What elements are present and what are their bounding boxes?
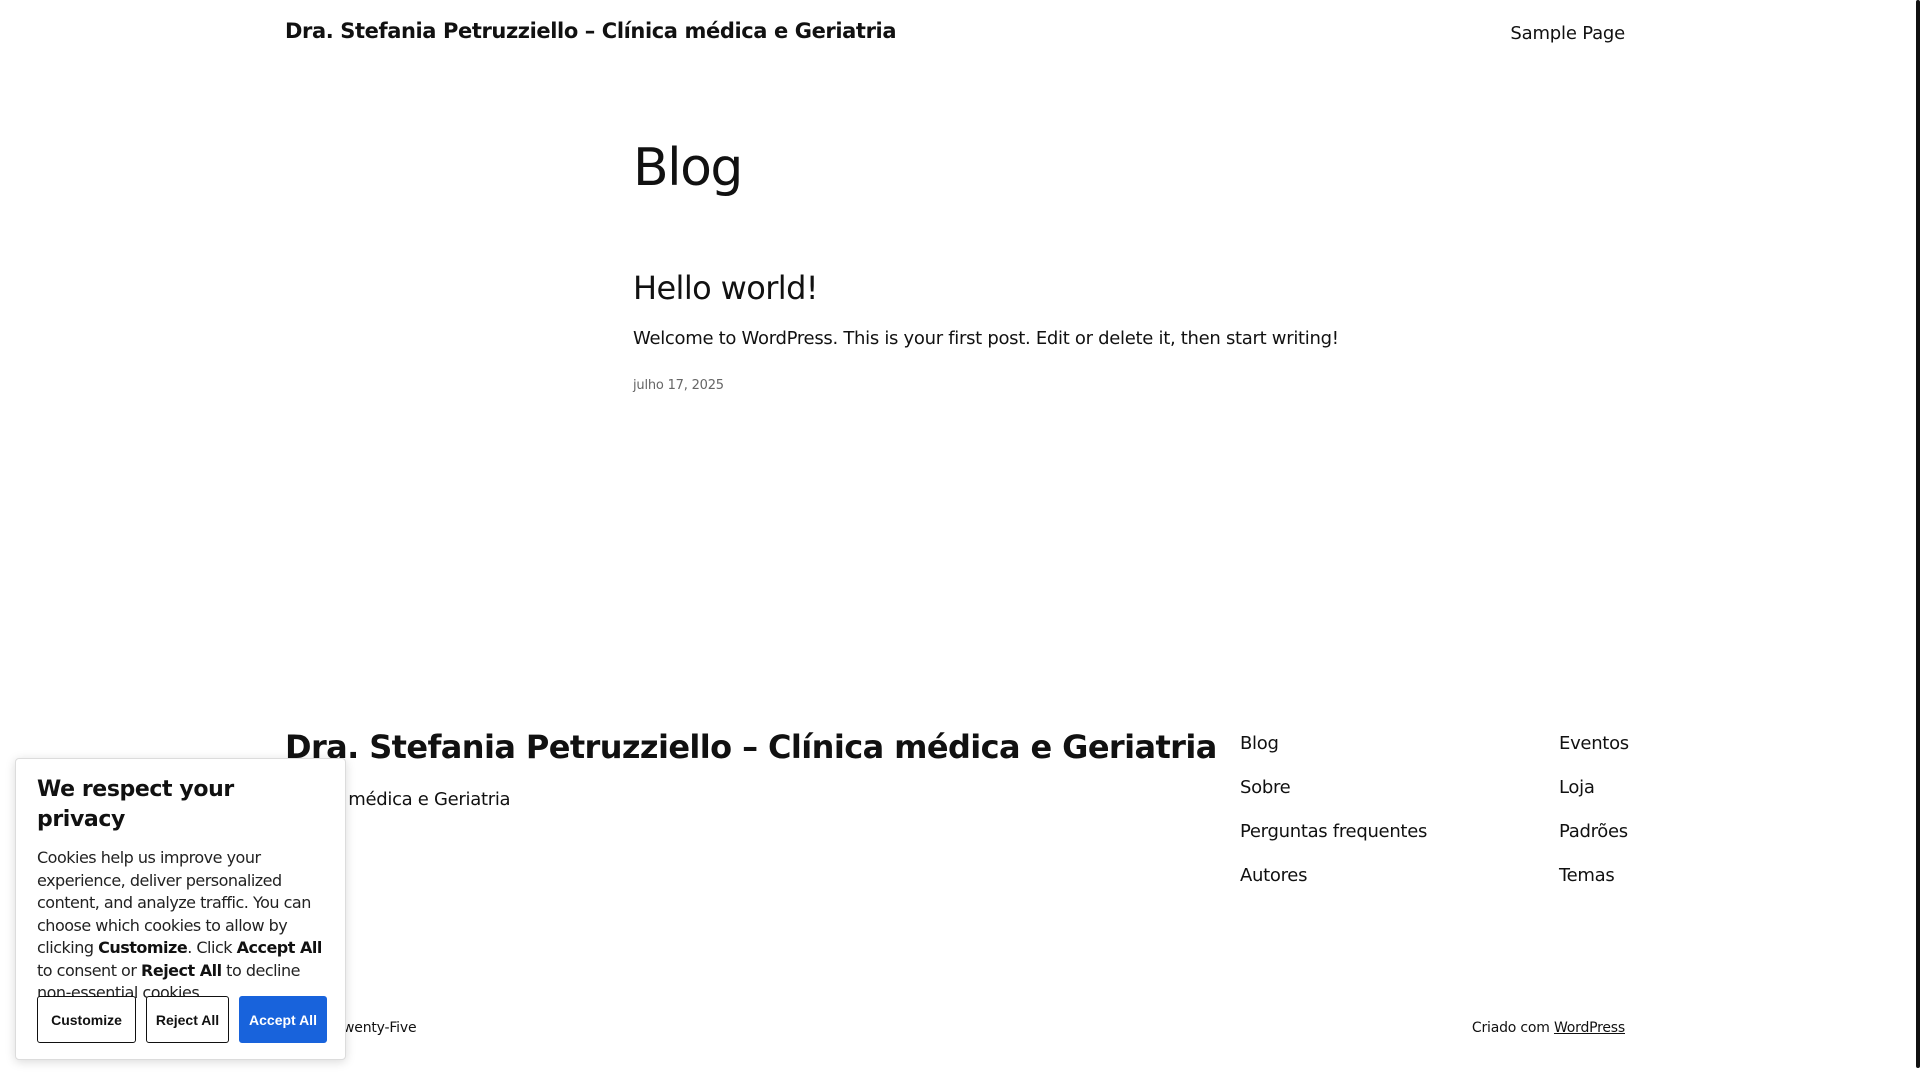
footer-link-blog[interactable]: Blog xyxy=(1240,733,1279,754)
footer-link-temas[interactable]: Temas xyxy=(1559,865,1615,886)
page-scrollbar[interactable] xyxy=(1914,0,1920,1080)
footer-link-sobre[interactable]: Sobre xyxy=(1240,777,1291,798)
post-title[interactable]: Hello world! xyxy=(633,268,1333,308)
footer-credit-prefix: Criado com xyxy=(1471,1020,1554,1036)
cookie-consent-banner: We respect your privacy Cookies help us … xyxy=(15,758,346,1060)
main-content: Blog Hello world! Welcome to WordPress. … xyxy=(633,136,1339,393)
footer-link-faq[interactable]: Perguntas frequentes xyxy=(1240,821,1427,842)
cookie-text-customize: Customize xyxy=(98,938,188,957)
footer-link-autores[interactable]: Autores xyxy=(1240,865,1307,886)
cookie-text-reject: Reject All xyxy=(141,960,222,980)
cookie-customize-button[interactable]: Customize xyxy=(37,996,136,1043)
cookie-description: Cookies help us improve your experience,… xyxy=(37,847,324,1005)
cookie-reject-all-button[interactable]: Reject All xyxy=(146,996,229,1043)
cookie-title: We respect your privacy xyxy=(37,777,234,832)
wordpress-link[interactable]: WordPress xyxy=(1554,1020,1625,1036)
footer-credit: Criado com WordPress xyxy=(1472,1020,1625,1036)
cookie-text-accept: Accept All xyxy=(236,938,323,957)
footer-link-eventos[interactable]: Eventos xyxy=(1559,733,1629,754)
page-title: Blog xyxy=(633,138,743,198)
footer-site-title[interactable]: Dra. Stefania Petruzziello – Clínica méd… xyxy=(285,728,1217,766)
footer-link-loja[interactable]: Loja xyxy=(1559,777,1595,798)
footer-link-padroes[interactable]: Padrões xyxy=(1559,821,1628,842)
cookie-text-part: to consent or xyxy=(37,960,142,980)
cookie-accept-all-button[interactable]: Accept All xyxy=(239,996,327,1043)
cookie-actions: Customize Reject All Accept All xyxy=(37,996,327,1043)
post-date[interactable]: julho 17, 2025 xyxy=(633,378,1333,393)
nav-sample-page[interactable]: Sample Page xyxy=(1510,23,1625,44)
cookie-text-part: . Click xyxy=(187,938,237,957)
footer-nav-column-1: Blog Sobre Perguntas frequentes Autores xyxy=(1240,733,1427,909)
footer-nav-column-2: Eventos Loja Padrões Temas xyxy=(1559,733,1629,909)
post-excerpt: Welcome to WordPress. This is your first… xyxy=(633,328,1339,349)
site-title[interactable]: Dra. Stefania Petruzziello – Clínica méd… xyxy=(285,19,897,43)
scrollbar-thumb[interactable] xyxy=(1916,0,1920,1068)
post-item: Hello world! Welcome to WordPress. This … xyxy=(633,268,1339,393)
